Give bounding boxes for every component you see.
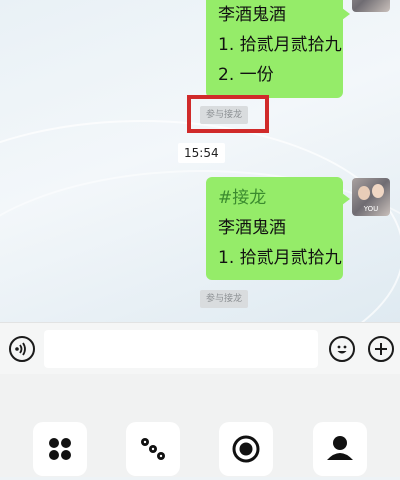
user-avatar[interactable] xyxy=(352,0,390,12)
message-input[interactable] xyxy=(44,330,318,368)
input-bar xyxy=(0,322,400,374)
panel-tile-contact[interactable] xyxy=(313,422,367,476)
message-item: 1. 拾贰月贰拾九 xyxy=(218,35,342,55)
voice-button[interactable] xyxy=(9,336,35,362)
message-item: 1. 拾贰月贰拾九 xyxy=(218,248,342,268)
message-item: 2. 一份 xyxy=(218,65,274,85)
chat-area[interactable]: 李酒鬼酒 1. 拾贰月贰拾九 2. 一份 参与接龙 15:54 YOU #接龙 … xyxy=(0,0,400,322)
avatar-caption: YOU xyxy=(363,205,379,213)
highlight-box xyxy=(187,95,269,133)
emoji-icon xyxy=(337,345,347,354)
avatar-face xyxy=(372,184,384,198)
message-name: 李酒鬼酒 xyxy=(218,218,286,238)
panel-tile-record[interactable] xyxy=(219,422,273,476)
user-avatar[interactable]: YOU xyxy=(352,178,390,216)
more-panel xyxy=(0,374,400,477)
dice-icon xyxy=(141,438,165,460)
message-name: 李酒鬼酒 xyxy=(218,5,286,25)
avatar-face xyxy=(358,186,370,200)
message-bubble[interactable]: 李酒鬼酒 1. 拾贰月贰拾九 2. 一份 xyxy=(206,0,350,98)
panel-tile-dice[interactable] xyxy=(126,422,180,476)
plus-icon xyxy=(375,343,387,355)
emoji-button[interactable] xyxy=(329,336,355,362)
timestamp: 15:54 xyxy=(178,143,225,163)
apps-icon xyxy=(49,438,71,460)
join-solitaire-button[interactable]: 参与接龙 xyxy=(200,290,249,308)
more-button[interactable] xyxy=(368,336,394,362)
join-solitaire-label: 参与接龙 xyxy=(206,294,243,304)
message-bubble[interactable]: #接龙 李酒鬼酒 1. 拾贰月贰拾九 xyxy=(206,177,350,280)
solitaire-tag[interactable]: #接龙 xyxy=(218,183,331,213)
record-icon xyxy=(232,435,260,463)
contact-icon xyxy=(327,436,353,460)
panel-tile-apps[interactable] xyxy=(33,422,87,476)
voice-icon xyxy=(15,342,26,356)
